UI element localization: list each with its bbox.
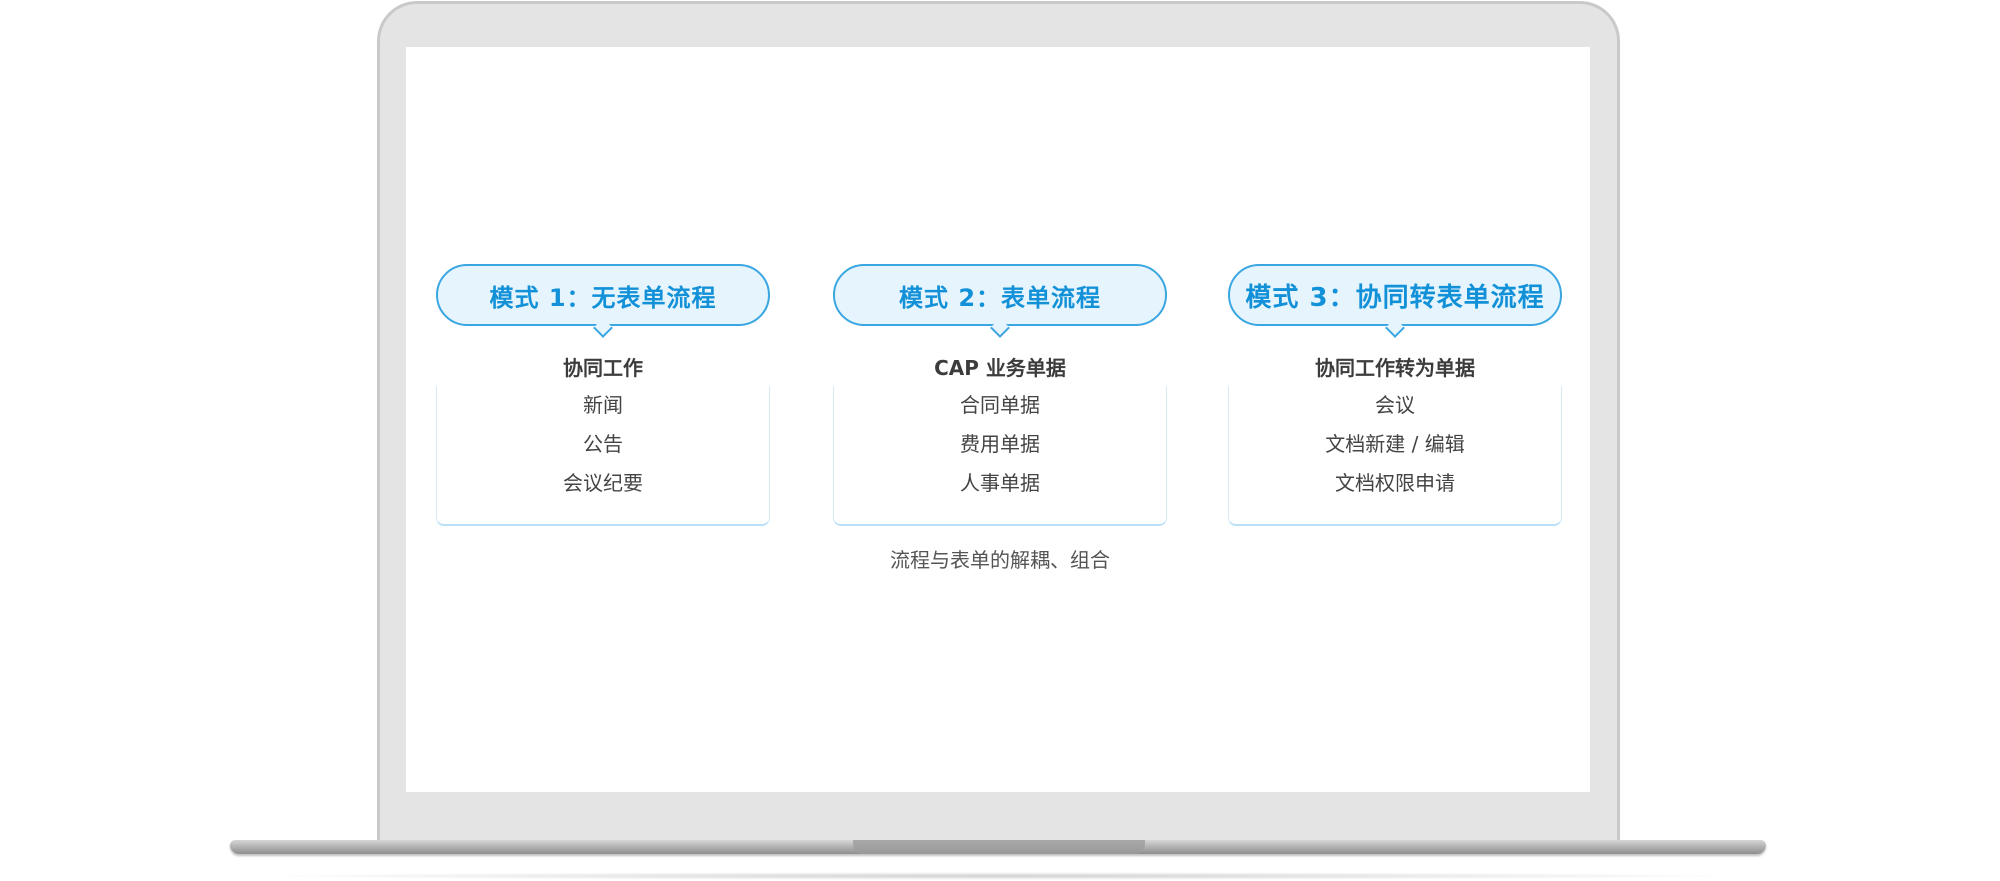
caption-text: 流程与表单的解耦、组合 — [890, 548, 1110, 572]
pill-pointer-icon — [1385, 318, 1405, 338]
mode-3-title: 模式 3：协同转表单流程 — [1245, 282, 1545, 313]
mode-1-title: 模式 1：无表单流程 — [489, 283, 717, 312]
list-item: 合同单据 — [960, 393, 1040, 417]
mode-1-card: 协同工作 新闻 公告 会议纪要 — [435, 342, 771, 526]
mode-1-column: 模式 1：无表单流程 协同工作 新闻 公告 会议纪要 — [435, 264, 771, 526]
list-item: 文档新建 / 编辑 — [1325, 432, 1465, 456]
mode-3-title-pill: 模式 3：协同转表单流程 — [1228, 264, 1562, 338]
mode-3-card: 协同工作转为单据 会议 文档新建 / 编辑 文档权限申请 — [1227, 342, 1563, 526]
pill-pointer-icon — [593, 318, 613, 338]
pill-pointer-icon — [990, 318, 1010, 338]
list-item: 新闻 — [583, 393, 623, 417]
mode-3-column: 模式 3：协同转表单流程 协同工作转为单据 会议 文档新建 / 编辑 文档权限申… — [1227, 264, 1563, 526]
list-item: 会议 — [1375, 393, 1415, 417]
laptop-mockup: 模式 1：无表单流程 协同工作 新闻 公告 会议纪要 模式 2：表单流程 CAP… — [0, 0, 2000, 881]
list-item: 公告 — [583, 432, 623, 456]
mode-1-title-pill: 模式 1：无表单流程 — [436, 264, 770, 338]
list-item: 人事单据 — [960, 471, 1040, 495]
list-item: 会议纪要 — [563, 471, 643, 495]
mode-2-title: 模式 2：表单流程 — [898, 283, 1102, 312]
list-item: 费用单据 — [960, 432, 1040, 456]
mode-3-card-heading: 协同工作转为单据 — [1227, 342, 1563, 386]
mode-2-column: 模式 2：表单流程 CAP 业务单据 合同单据 费用单据 人事单据 — [832, 264, 1168, 526]
mode-2-title-pill: 模式 2：表单流程 — [833, 264, 1167, 338]
list-item: 文档权限申请 — [1335, 471, 1455, 495]
mode-2-card-heading: CAP 业务单据 — [832, 342, 1168, 386]
laptop-base-shadow — [240, 872, 1760, 880]
mode-2-card: CAP 业务单据 合同单据 费用单据 人事单据 — [832, 342, 1168, 526]
mode-1-card-heading: 协同工作 — [435, 342, 771, 386]
laptop-notch — [853, 840, 1145, 854]
